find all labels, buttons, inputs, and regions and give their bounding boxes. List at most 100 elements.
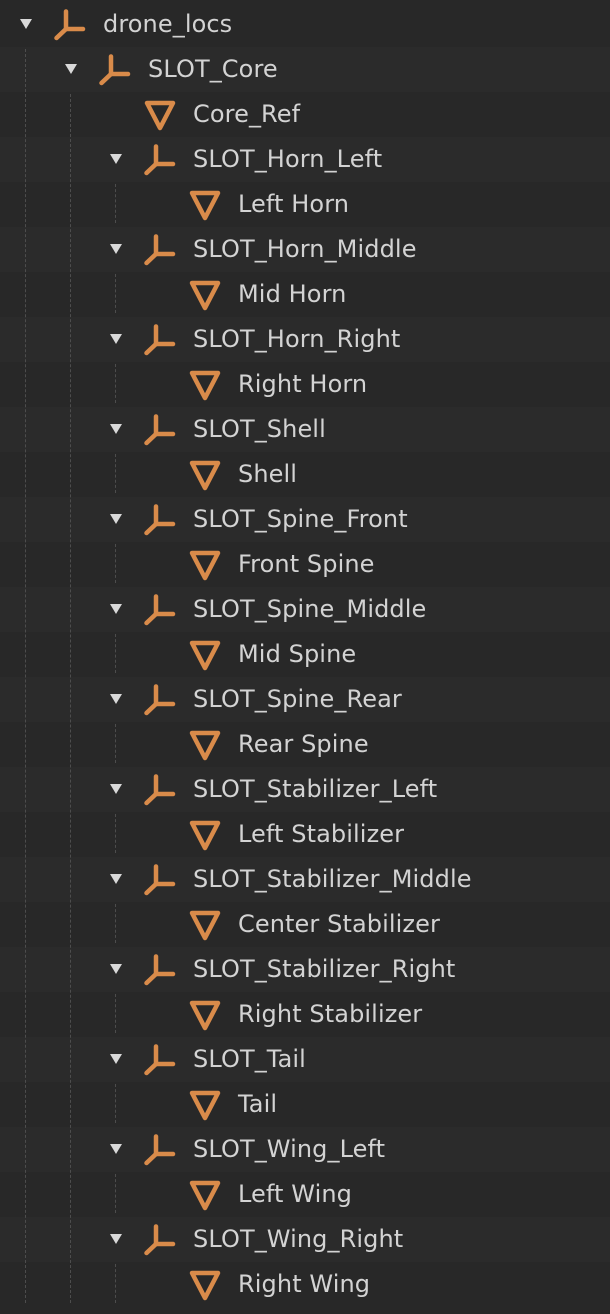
empty-axes-icon <box>142 412 178 448</box>
hierarchy-guide-line <box>115 1084 116 1123</box>
expand-arrow-icon[interactable] <box>106 329 126 349</box>
tree-item-label: Core_Ref <box>193 100 301 128</box>
tree-item-label: Shell <box>238 460 298 488</box>
tree-row[interactable]: Core_Ref <box>0 92 610 137</box>
hierarchy-guide-line <box>115 814 116 853</box>
hierarchy-guide-line <box>115 544 116 583</box>
expand-arrow-icon[interactable] <box>61 59 81 79</box>
tree-item-label: SLOT_Wing_Left <box>193 1135 386 1163</box>
expand-arrow-icon[interactable] <box>106 599 126 619</box>
tree-row[interactable]: SLOT_Tail <box>0 1037 610 1082</box>
mesh-triangle-icon <box>142 97 178 133</box>
hierarchy-guide-line <box>70 94 71 1303</box>
tree-item-label: Rear Spine <box>238 730 369 758</box>
empty-axes-icon <box>142 1042 178 1078</box>
tree-item-label: Left Stabilizer <box>238 820 405 848</box>
tree-row[interactable]: SLOT_Stabilizer_Middle <box>0 857 610 902</box>
tree-item-label: SLOT_Spine_Rear <box>193 685 402 713</box>
expand-arrow-icon[interactable] <box>106 869 126 889</box>
hierarchy-guide-line <box>115 1264 116 1303</box>
expand-arrow-icon[interactable] <box>106 689 126 709</box>
tree-item-label: SLOT_Stabilizer_Middle <box>193 865 472 893</box>
expand-arrow-icon[interactable] <box>106 509 126 529</box>
tree-row[interactable]: Rear Spine <box>0 722 610 767</box>
expand-arrow-icon[interactable] <box>106 1049 126 1069</box>
mesh-triangle-icon <box>187 277 223 313</box>
empty-axes-icon <box>142 1132 178 1168</box>
expand-arrow-icon[interactable] <box>106 779 126 799</box>
hierarchy-guide-line <box>115 994 116 1033</box>
tree-row[interactable]: Mid Spine <box>0 632 610 677</box>
tree-row[interactable]: Right Wing <box>0 1262 610 1307</box>
tree-row[interactable]: Mid Horn <box>0 272 610 317</box>
empty-axes-icon <box>142 772 178 808</box>
tree-row[interactable]: SLOT_Spine_Middle <box>0 587 610 632</box>
empty-axes-icon <box>142 322 178 358</box>
tree-row[interactable]: Left Stabilizer <box>0 812 610 857</box>
tree-row[interactable]: SLOT_Stabilizer_Right <box>0 947 610 992</box>
expand-arrow-icon[interactable] <box>106 149 126 169</box>
mesh-triangle-icon <box>187 457 223 493</box>
tree-row[interactable]: Center Stabilizer <box>0 902 610 947</box>
tree-row[interactable]: SLOT_Shell <box>0 407 610 452</box>
outliner-tree: drone_locs SLOT_Core Core_Ref SLOT_Horn_Lef… <box>0 2 610 1314</box>
tree-row[interactable]: SLOT_Wing_Left <box>0 1127 610 1172</box>
mesh-triangle-icon <box>187 367 223 403</box>
hierarchy-guide-line <box>25 49 26 1303</box>
tree-row[interactable]: Left Horn <box>0 182 610 227</box>
hierarchy-guide-line <box>115 184 116 223</box>
tree-row[interactable]: SLOT_Horn_Left <box>0 137 610 182</box>
mesh-triangle-icon <box>187 817 223 853</box>
tree-row[interactable]: Left Wing <box>0 1172 610 1217</box>
tree-row[interactable]: SLOT_Stabilizer_Left <box>0 767 610 812</box>
expand-arrow-icon[interactable] <box>106 1139 126 1159</box>
tree-item-label: SLOT_Wing_Right <box>193 1225 404 1253</box>
expand-arrow-icon[interactable] <box>106 419 126 439</box>
tree-item-label: SLOT_Stabilizer_Right <box>193 955 456 983</box>
tree-row[interactable]: Front Spine <box>0 542 610 587</box>
tree-item-label: Tail <box>238 1090 278 1118</box>
expand-arrow-icon[interactable] <box>106 959 126 979</box>
tree-row[interactable]: Right Stabilizer <box>0 992 610 1037</box>
mesh-triangle-icon <box>187 1177 223 1213</box>
tree-item-label: SLOT_Tail <box>193 1045 306 1073</box>
hierarchy-guide-line <box>115 274 116 313</box>
mesh-triangle-icon <box>187 997 223 1033</box>
tree-item-label: SLOT_Horn_Right <box>193 325 401 353</box>
tree-row[interactable]: Shell <box>0 452 610 497</box>
tree-row[interactable]: SLOT_Spine_Rear <box>0 677 610 722</box>
tree-item-label: SLOT_Horn_Left <box>193 145 383 173</box>
hierarchy-guide-line <box>115 454 116 493</box>
expand-arrow-icon[interactable] <box>106 239 126 259</box>
tree-item-label: Left Horn <box>238 190 350 218</box>
tree-row[interactable]: SLOT_Horn_Right <box>0 317 610 362</box>
tree-item-label: Front Spine <box>238 550 375 578</box>
tree-row[interactable]: SLOT_Spine_Front <box>0 497 610 542</box>
empty-axes-icon <box>142 502 178 538</box>
empty-axes-icon <box>97 52 133 88</box>
hierarchy-guide-line <box>115 364 116 403</box>
tree-item-label: Mid Horn <box>238 280 347 308</box>
tree-row[interactable]: SLOT_Wing_Right <box>0 1217 610 1262</box>
tree-row[interactable]: SLOT_Horn_Middle <box>0 227 610 272</box>
tree-row[interactable]: drone_locs <box>0 2 610 47</box>
tree-row[interactable]: Right Horn <box>0 362 610 407</box>
empty-axes-icon <box>142 592 178 628</box>
tree-item-label: drone_locs <box>103 10 233 38</box>
expand-arrow-icon[interactable] <box>16 14 36 34</box>
hierarchy-guide-line <box>115 1174 116 1213</box>
tree-item-label: Center Stabilizer <box>238 910 440 938</box>
tree-item-label: Left Wing <box>238 1180 352 1208</box>
empty-axes-icon <box>52 7 88 43</box>
tree-row[interactable]: Tail <box>0 1082 610 1127</box>
tree-row[interactable]: SLOT_Core <box>0 47 610 92</box>
tree-item-label: SLOT_Spine_Front <box>193 505 408 533</box>
mesh-triangle-icon <box>187 1087 223 1123</box>
mesh-triangle-icon <box>187 727 223 763</box>
expand-arrow-icon[interactable] <box>106 1229 126 1249</box>
empty-axes-icon <box>142 682 178 718</box>
empty-axes-icon <box>142 232 178 268</box>
hierarchy-guide-line <box>115 904 116 943</box>
empty-axes-icon <box>142 952 178 988</box>
mesh-triangle-icon <box>187 187 223 223</box>
